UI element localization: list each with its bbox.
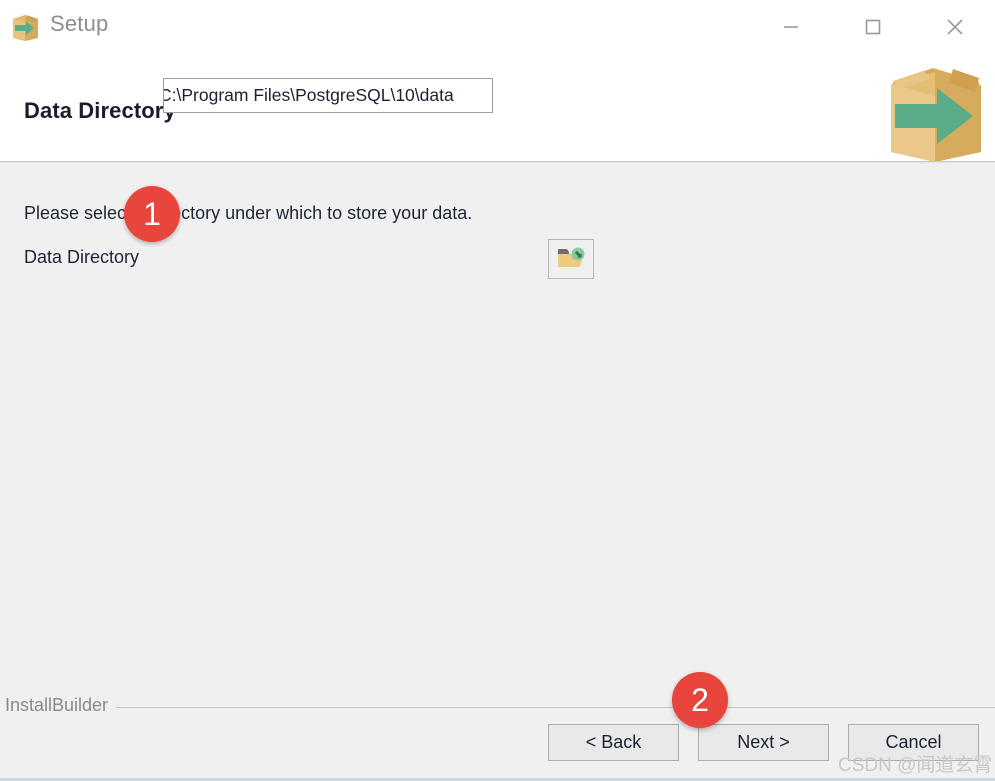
browse-folder-button[interactable]	[548, 239, 594, 279]
installbuilder-brand: InstallBuilder	[5, 695, 109, 715]
setup-wizard-window: Setup Data Directory Please select a dir…	[0, 0, 995, 781]
window-title: Setup	[50, 11, 109, 36]
annotation-badge-2: 2	[672, 672, 728, 728]
csdn-watermark: CSDN @闻道玄霄	[838, 755, 993, 776]
box-with-green-arrow-icon	[875, 52, 993, 164]
setup-box-arrow-icon	[8, 10, 42, 44]
annotation-badge-1: 1	[124, 186, 180, 242]
close-icon[interactable]	[922, 0, 988, 54]
data-directory-input[interactable]	[163, 78, 493, 113]
data-directory-label: Data Directory	[24, 247, 140, 267]
footer-divider	[116, 707, 995, 708]
minimize-icon[interactable]	[758, 0, 824, 54]
next-button[interactable]: Next >	[698, 724, 829, 761]
maximize-icon[interactable]	[840, 0, 906, 54]
title-bar: Setup	[0, 0, 995, 54]
page-body: Please select a directory under which to…	[0, 163, 995, 778]
back-button[interactable]: < Back	[548, 724, 679, 761]
instruction-text: Please select a directory under which to…	[24, 203, 473, 223]
folder-open-browse-icon	[558, 247, 585, 267]
page-header: Data Directory	[0, 54, 995, 162]
page-title: Data Directory	[24, 98, 176, 123]
